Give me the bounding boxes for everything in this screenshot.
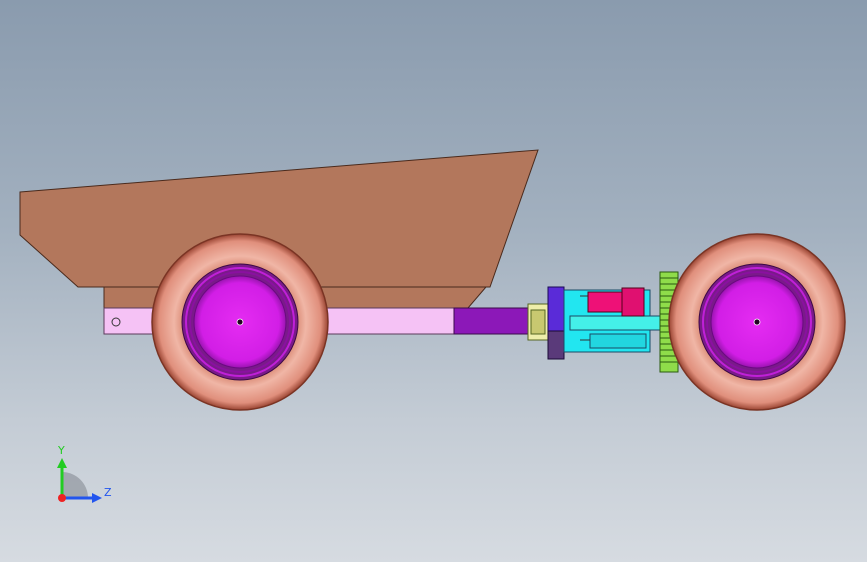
cylinder-rod[interactable] [569, 315, 669, 331]
frame-rail-extension[interactable] [453, 307, 531, 335]
front-wheel[interactable] [668, 233, 846, 411]
triad-plane-indicator [62, 472, 88, 498]
cylinder-cap [589, 333, 647, 349]
drive-motor-end [621, 287, 645, 317]
coupling-inner [530, 309, 546, 335]
rear-wheel[interactable] [151, 233, 329, 411]
coordinate-triad[interactable]: Y Z [40, 430, 130, 520]
z-axis-label: Z [104, 486, 112, 499]
front-axle-center [753, 318, 761, 326]
cad-graphics-viewport[interactable]: Y Z [0, 0, 867, 562]
y-axis-label: Y [57, 444, 65, 457]
y-axis-arrowhead [57, 458, 67, 468]
x-axis-dot [58, 494, 66, 502]
mount-bracket-upper[interactable] [547, 286, 565, 332]
frame-pin-hole [111, 317, 121, 327]
dump-truck-model[interactable] [0, 0, 867, 562]
z-axis-arrowhead [92, 493, 102, 503]
drive-motor[interactable] [587, 291, 623, 313]
rear-axle-center [236, 318, 244, 326]
mount-bracket-lower[interactable] [547, 330, 565, 360]
